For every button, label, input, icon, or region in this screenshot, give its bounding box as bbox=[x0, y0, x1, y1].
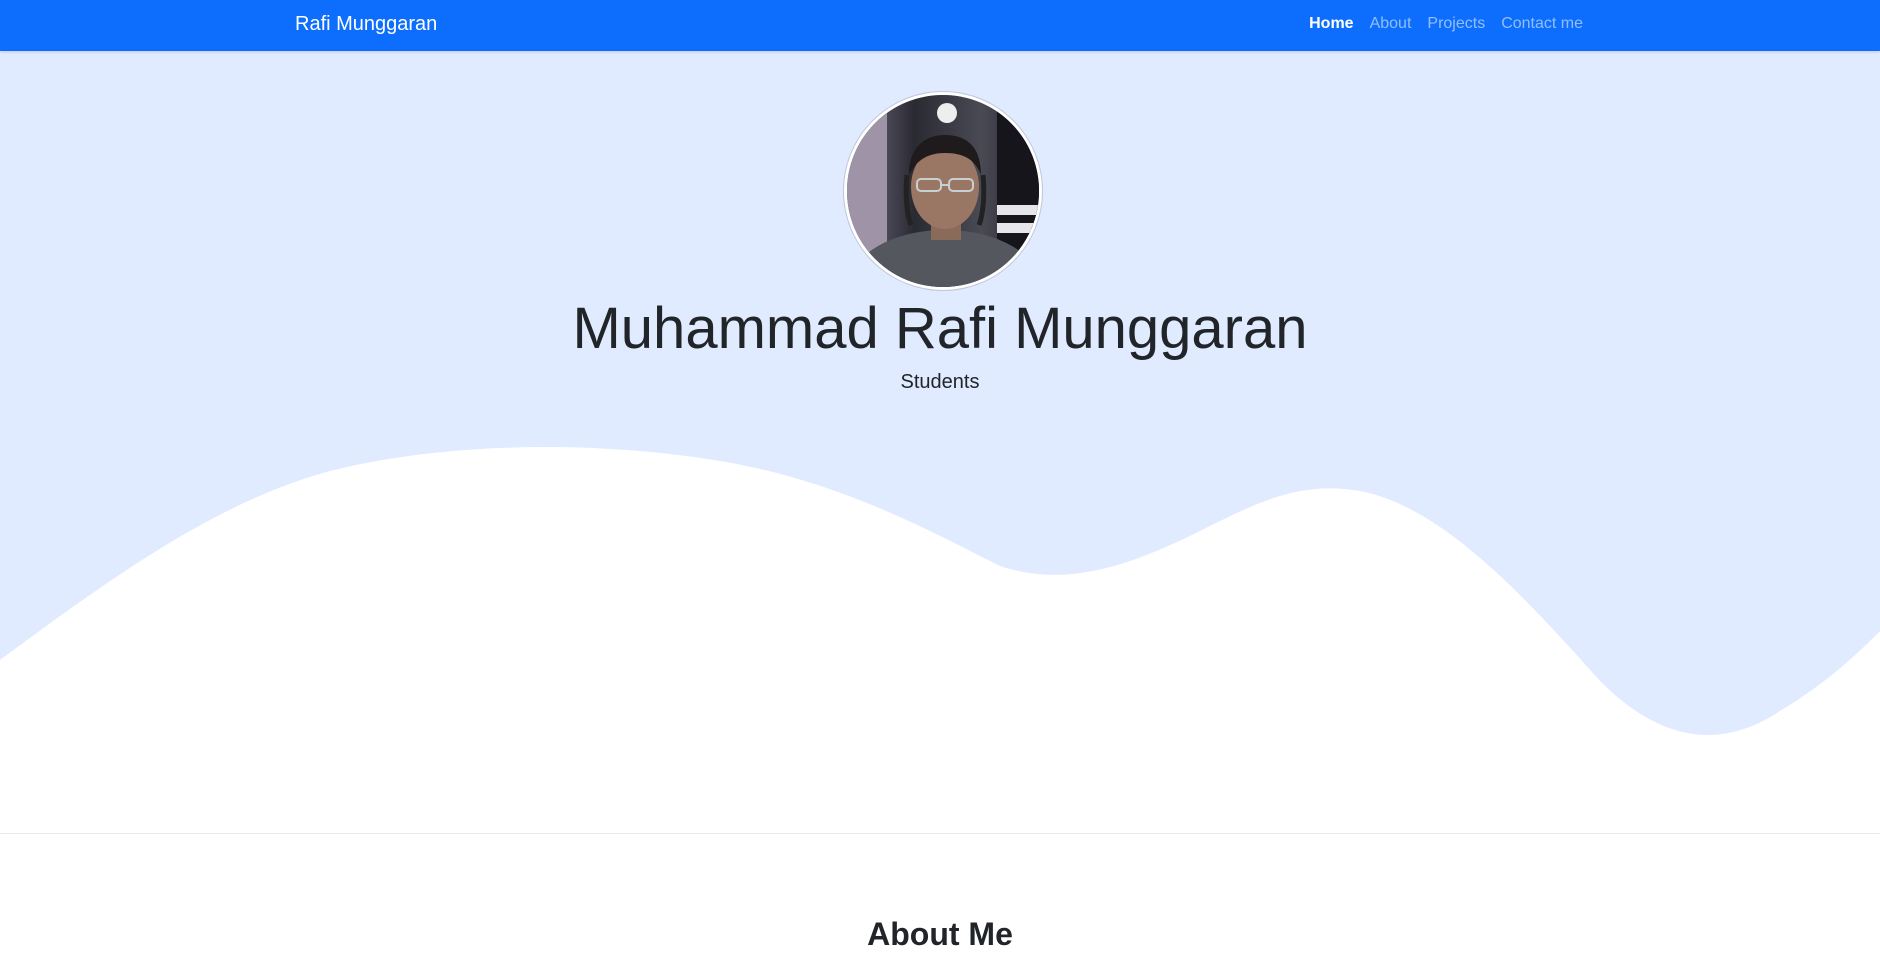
nav-item-contact: Contact me bbox=[1501, 14, 1583, 34]
nav-item-home: Home bbox=[1309, 14, 1353, 34]
nav-links: Home About Projects Contact me bbox=[1309, 14, 1583, 34]
avatar-photo bbox=[847, 95, 1039, 287]
about-section-title: About Me bbox=[867, 916, 1013, 952]
profile-avatar bbox=[844, 92, 1042, 290]
section-divider bbox=[0, 833, 1880, 834]
nav-link-home[interactable]: Home bbox=[1309, 15, 1353, 32]
nav-link-projects[interactable]: Projects bbox=[1427, 15, 1485, 32]
hero-section: Muhammad Rafi Munggaran Students bbox=[0, 51, 1880, 833]
hero-name: Muhammad Rafi Munggaran bbox=[572, 296, 1308, 361]
navbar-brand[interactable]: Rafi Munggaran bbox=[295, 12, 437, 36]
nav-link-contact[interactable]: Contact me bbox=[1501, 15, 1583, 32]
navbar: Rafi Munggaran Home About Projects Conta… bbox=[0, 0, 1880, 51]
nav-item-about: About bbox=[1370, 14, 1412, 34]
nav-item-projects: Projects bbox=[1427, 14, 1485, 34]
hero-subtitle: Students bbox=[900, 371, 980, 393]
nav-link-about[interactable]: About bbox=[1370, 15, 1412, 32]
